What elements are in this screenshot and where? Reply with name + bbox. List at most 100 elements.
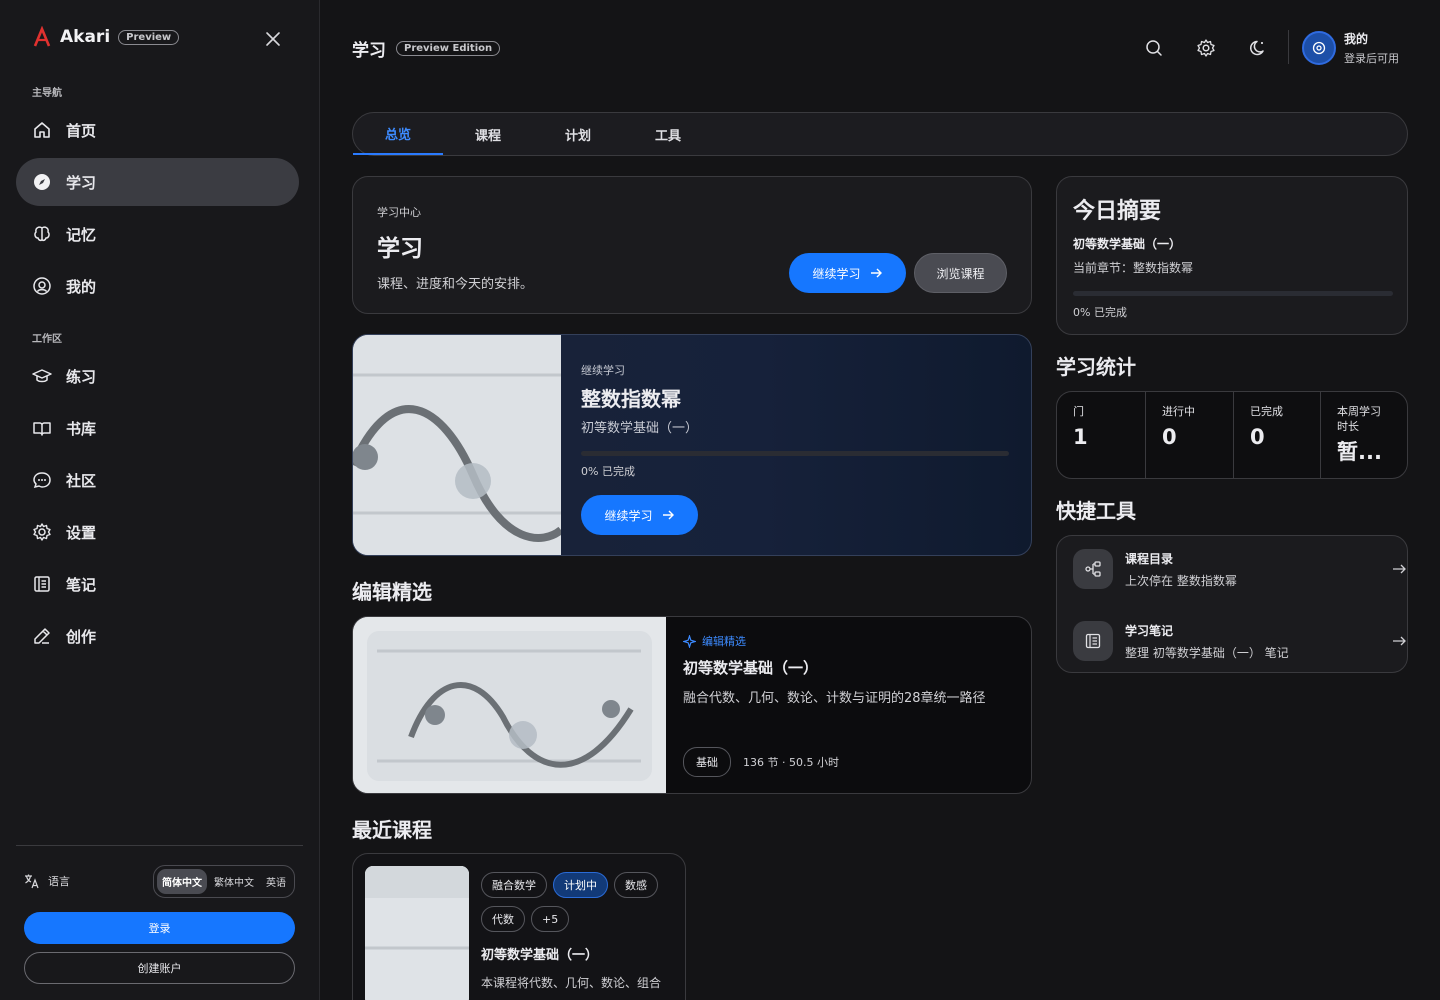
stats-card: 门 1 进行中 0 已完成 0 本周学习时长 暂... bbox=[1056, 391, 1408, 479]
stat-label: 门 bbox=[1073, 405, 1084, 418]
sidebar-divider bbox=[16, 845, 303, 846]
recent-section-title: 最近课程 bbox=[352, 818, 432, 842]
continue-learning-card[interactable]: 继续学习 整数指数幂 初等数学基础（一） 0% 已完成 继续学习 bbox=[352, 334, 1032, 556]
graduation-cap-icon bbox=[32, 369, 52, 383]
create-account-button[interactable]: 创建账户 bbox=[24, 952, 295, 984]
sidebar-item-label: 笔记 bbox=[66, 575, 97, 594]
summary-progress-bar bbox=[1073, 291, 1393, 296]
continue-course-name: 初等数学基础（一） bbox=[581, 421, 699, 436]
continue-progress-text: 0% 已完成 bbox=[581, 465, 635, 478]
tab-overview[interactable]: 总览 bbox=[353, 113, 443, 155]
main-nav-label: 主导航 bbox=[32, 88, 62, 99]
recent-course-description: 本课程将代数、几何、数论、组合 bbox=[481, 976, 662, 990]
preview-badge: Preview bbox=[118, 29, 180, 45]
user-circle-icon bbox=[33, 277, 51, 295]
notebook-icon bbox=[34, 576, 50, 592]
tool-title: 学习笔记 bbox=[1125, 623, 1174, 638]
sidebar-item-notes[interactable]: 笔记 bbox=[16, 560, 299, 608]
sidebar-item-label: 我的 bbox=[66, 277, 97, 296]
tab-tools[interactable]: 工具 bbox=[623, 113, 713, 155]
language-switcher: 语言 简体中文 繁体中文 英语 bbox=[24, 862, 295, 900]
featured-course-card[interactable]: 编辑精选 初等数学基础（一） 融合代数、几何、数论、计数与证明的28章统一路径 … bbox=[352, 616, 1032, 794]
sidebar-item-label: 设置 bbox=[66, 523, 97, 542]
gear-icon[interactable] bbox=[1195, 37, 1217, 59]
summary-progress-text: 0% 已完成 bbox=[1073, 306, 1127, 319]
akari-logo-icon bbox=[33, 26, 51, 47]
gear-icon bbox=[33, 523, 51, 541]
user-text: 我的 登录后可用 bbox=[1344, 30, 1399, 66]
level-chip: 基础 bbox=[683, 747, 731, 777]
continue-lesson-title: 整数指数幂 bbox=[581, 387, 681, 411]
stat-value: 0 bbox=[1250, 425, 1265, 449]
sidebar-item-settings[interactable]: 设置 bbox=[16, 508, 299, 556]
tools-section-title: 快捷工具 bbox=[1056, 499, 1136, 523]
stats-section-title: 学习统计 bbox=[1056, 355, 1136, 379]
editors-pick-tag: 编辑精选 bbox=[683, 633, 746, 649]
more-tags-chip[interactable]: +5 bbox=[531, 906, 570, 932]
page-title: 学习 bbox=[352, 41, 386, 61]
arrow-right-icon bbox=[662, 510, 674, 520]
brand[interactable]: Akari Preview bbox=[32, 26, 180, 48]
summary-title: 今日摘要 bbox=[1073, 199, 1162, 224]
lang-option-zh-hant[interactable]: 繁体中文 bbox=[209, 869, 259, 894]
sidebar-item-label: 创作 bbox=[66, 627, 97, 646]
tag-chip: 数感 bbox=[614, 872, 658, 898]
tool-subtitle: 整理 初等数学基础（一） 笔记 bbox=[1125, 645, 1289, 660]
login-button[interactable]: 登录 bbox=[24, 912, 295, 944]
recent-course-title: 初等数学基础（一） bbox=[481, 948, 599, 963]
close-icon[interactable] bbox=[262, 28, 284, 50]
tag-row-1: 融合数学 计划中 数感 bbox=[481, 872, 658, 898]
sidebar-item-label: 记忆 bbox=[66, 225, 97, 244]
featured-description: 融合代数、几何、数论、计数与证明的28章统一路径 bbox=[683, 691, 986, 706]
sidebar-item-memory[interactable]: 记忆 bbox=[16, 210, 299, 258]
featured-stats: 136 节 · 50.5 小时 bbox=[743, 756, 839, 769]
tool-icon-box bbox=[1073, 621, 1113, 661]
stat-weekly-time: 本周学习时长 暂... bbox=[1320, 392, 1407, 478]
stat-completed: 已完成 0 bbox=[1233, 392, 1321, 478]
page-header: 学习 Preview Edition bbox=[352, 36, 501, 61]
header-separator bbox=[1288, 30, 1289, 64]
moon-icon[interactable] bbox=[1247, 37, 1269, 59]
sidebar-item-learn[interactable]: 学习 bbox=[16, 158, 299, 206]
tool-subtitle: 上次停在 整数指数幂 bbox=[1125, 573, 1237, 588]
continue-card-button[interactable]: 继续学习 bbox=[581, 495, 698, 535]
notebook-icon bbox=[1085, 633, 1101, 649]
button-label: 继续学习 bbox=[812, 266, 861, 281]
sidebar-item-create[interactable]: 创作 bbox=[16, 612, 299, 660]
sidebar-item-practice[interactable]: 练习 bbox=[16, 352, 299, 400]
sidebar-item-community[interactable]: 社区 bbox=[16, 456, 299, 504]
pen-icon bbox=[34, 628, 50, 644]
tool-course-outline[interactable]: 课程目录 上次停在 整数指数幂 bbox=[1073, 549, 1407, 589]
tool-study-notes[interactable]: 学习笔记 整理 初等数学基础（一） 笔记 bbox=[1073, 621, 1407, 661]
quick-tools-card: 课程目录 上次停在 整数指数幂 学习笔记 整理 初等数学基础（一） 笔记 bbox=[1056, 535, 1408, 673]
stat-value: 0 bbox=[1162, 425, 1177, 449]
recent-course-card[interactable]: 融合数学 计划中 数感 代数 +5 初等数学基础（一） 本课程将代数、几何、数论… bbox=[352, 853, 686, 1000]
tool-text: 学习笔记 整理 初等数学基础（一） 笔记 bbox=[1125, 622, 1289, 661]
continue-learning-button[interactable]: 继续学习 bbox=[789, 253, 906, 293]
wave-illustration bbox=[353, 617, 666, 793]
wave-illustration bbox=[353, 335, 561, 555]
featured-meta: 基础 136 节 · 50.5 小时 bbox=[683, 747, 839, 777]
avatar bbox=[1302, 31, 1336, 65]
compass-icon bbox=[34, 174, 50, 190]
arrow-right-icon bbox=[1393, 564, 1406, 574]
sidebar-item-library[interactable]: 书库 bbox=[16, 404, 299, 452]
language-label: 语言 bbox=[48, 875, 70, 888]
browse-courses-button[interactable]: 浏览课程 bbox=[914, 253, 1007, 293]
tag-row-2: 代数 +5 bbox=[481, 906, 570, 932]
tab-plan[interactable]: 计划 bbox=[533, 113, 623, 155]
sidebar-item-label: 练习 bbox=[66, 367, 97, 386]
sidebar-item-mine[interactable]: 我的 bbox=[16, 262, 299, 310]
sidebar-item-home[interactable]: 首页 bbox=[16, 106, 299, 154]
stat-label: 本周学习时长 bbox=[1337, 405, 1381, 433]
workspace-label: 工作区 bbox=[32, 334, 62, 345]
search-icon[interactable] bbox=[1143, 37, 1165, 59]
status-chip: 计划中 bbox=[553, 872, 608, 898]
continue-progress-bar bbox=[581, 451, 1009, 456]
user-menu[interactable]: 我的 登录后可用 bbox=[1302, 30, 1399, 66]
sidebar-item-label: 学习 bbox=[66, 173, 97, 192]
tab-courses[interactable]: 课程 bbox=[443, 113, 533, 155]
lang-option-en[interactable]: 英语 bbox=[261, 869, 291, 894]
translate-icon bbox=[25, 874, 39, 889]
lang-option-zh-hans[interactable]: 简体中文 bbox=[157, 868, 207, 894]
